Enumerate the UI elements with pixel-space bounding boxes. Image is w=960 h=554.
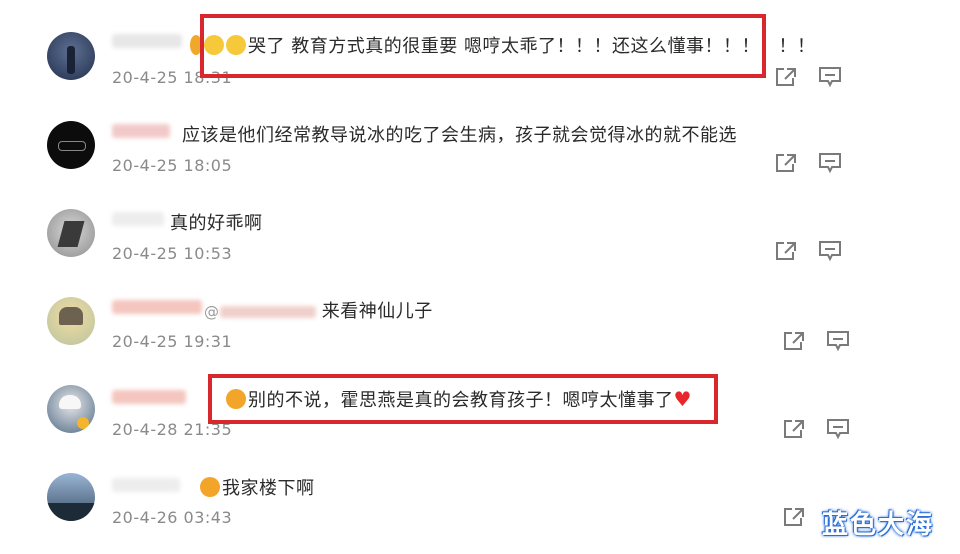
mention-redacted: [219, 306, 316, 318]
highlight-box: [200, 14, 766, 78]
comment-icon[interactable]: [818, 240, 842, 262]
comment-item: @ 来看神仙儿子 20-4-25 19:31: [0, 280, 960, 368]
comment-icon[interactable]: [818, 66, 842, 88]
comment-time: 20-4-25 10:53: [112, 244, 233, 263]
comment-time: 20-4-25 19:31: [112, 332, 233, 351]
comment-text: @ 来看神仙儿子: [204, 301, 433, 322]
avatar[interactable]: [47, 209, 95, 257]
avatar[interactable]: [47, 32, 95, 80]
share-icon[interactable]: [782, 418, 806, 440]
share-icon[interactable]: [774, 152, 798, 174]
avatar[interactable]: [47, 297, 95, 345]
highlight-box: [208, 374, 718, 424]
username-redacted: [112, 34, 182, 48]
comment-icon[interactable]: [826, 330, 850, 352]
comment-item: 真的好乖啊 20-4-25 10:53: [0, 192, 960, 280]
laughing-crying-face-icon: [200, 477, 220, 497]
comment-icon[interactable]: [818, 152, 842, 174]
avatar[interactable]: [47, 121, 95, 169]
watermark: 蓝色大海: [822, 510, 935, 540]
share-icon[interactable]: [774, 240, 798, 262]
comment-item: 我家楼下啊 20-4-26 03:43: [0, 456, 960, 544]
share-icon[interactable]: [774, 66, 798, 88]
username-redacted: [112, 124, 170, 138]
mention-link[interactable]: @: [204, 303, 220, 321]
comment-text: 应该是他们经常教导说冰的吃了会生病，孩子就会觉得冰的就不能选: [182, 125, 737, 146]
username-redacted: [112, 478, 180, 492]
username-redacted: [112, 300, 202, 314]
comment-time: 20-4-26 03:43: [112, 508, 233, 527]
comment-time: 20-4-25 18:05: [112, 156, 233, 175]
comment-text: 真的好乖啊: [170, 213, 263, 234]
username-redacted: [112, 212, 164, 226]
comment-text: 我家楼下啊: [200, 474, 315, 500]
avatar[interactable]: [47, 473, 95, 521]
share-icon[interactable]: [782, 330, 806, 352]
username-redacted: [112, 390, 186, 404]
share-icon[interactable]: [782, 506, 806, 528]
comment-item: 应该是他们经常教导说冰的吃了会生病，孩子就会觉得冰的就不能选 20-4-25 1…: [0, 104, 960, 192]
comment-icon[interactable]: [826, 418, 850, 440]
avatar[interactable]: [47, 385, 95, 433]
